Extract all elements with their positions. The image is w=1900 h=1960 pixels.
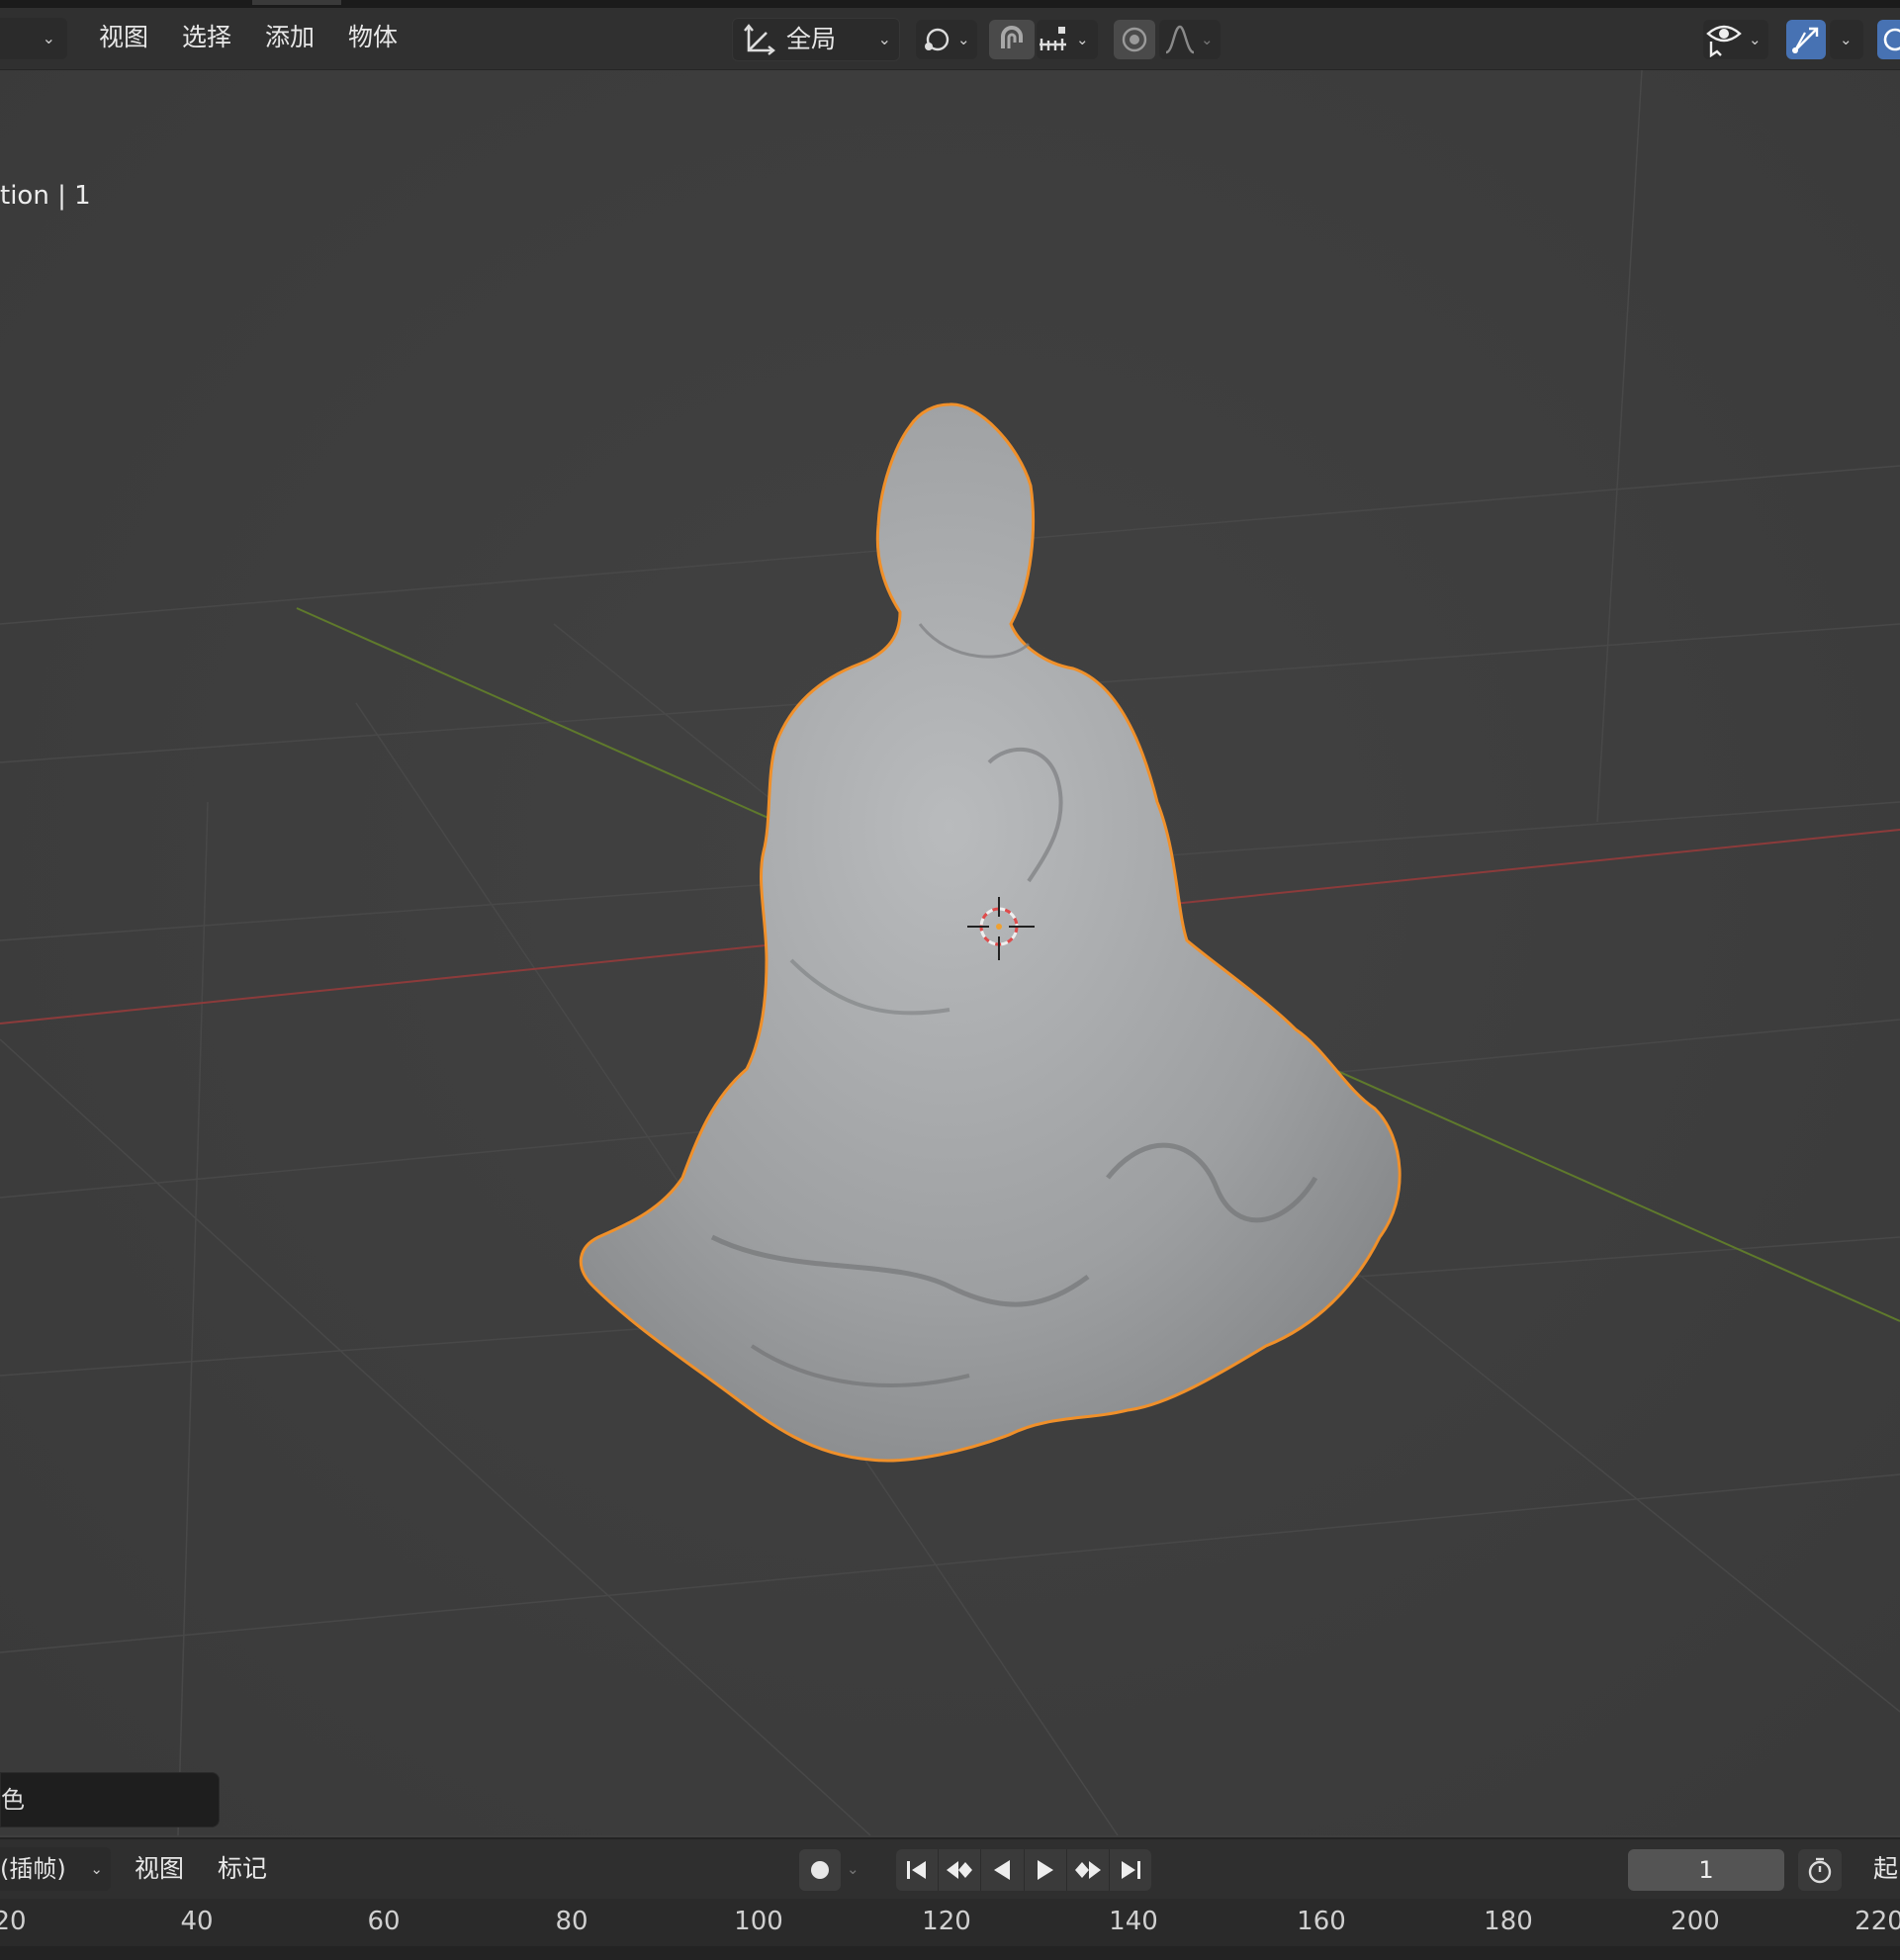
proportional-editing-icon: [1122, 27, 1147, 52]
jump-to-end-button[interactable]: [1110, 1849, 1151, 1891]
menu-view[interactable]: 视图: [93, 16, 154, 59]
orientation-label: 全局: [786, 25, 837, 53]
chevron-down-icon[interactable]: ⌄: [847, 1847, 860, 1891]
chevron-down-icon: ⌄: [90, 1860, 103, 1878]
menu-object[interactable]: 物体: [342, 16, 404, 59]
play-button[interactable]: [1025, 1849, 1067, 1891]
overlay-toggle[interactable]: [1877, 20, 1900, 59]
snap-magnet-icon: [1001, 26, 1023, 48]
transform-orientation-icon: [744, 24, 775, 55]
snap-toggle[interactable]: [989, 20, 1035, 59]
play-reverse-icon: [994, 1860, 1011, 1880]
ruler-tick: 20: [0, 1907, 27, 1936]
playback-controls: [896, 1849, 1151, 1891]
use-preview-range-button[interactable]: [1798, 1849, 1842, 1891]
ruler-tick: 140: [1109, 1907, 1158, 1936]
timeline-menu-view[interactable]: 视图: [135, 1847, 184, 1891]
ruler-tick: 220: [1855, 1907, 1900, 1936]
ruler-tick: 120: [922, 1907, 971, 1936]
menu-add[interactable]: 添加: [259, 16, 320, 59]
snap-increment-icon: [1040, 27, 1066, 50]
workspace-tab[interactable]: [252, 0, 341, 5]
auto-keying-button[interactable]: [799, 1849, 841, 1891]
viewport-overlay-info: tion | 1: [0, 181, 91, 211]
3d-viewport[interactable]: tion | 1: [0, 70, 1900, 1835]
falloff-dropdown[interactable]: ⌄: [1159, 20, 1221, 59]
gizmo-icon: [1792, 27, 1819, 53]
chevron-down-icon: ⌄: [877, 30, 891, 48]
transform-orientation-dropdown[interactable]: 全局 ⌄: [732, 18, 900, 61]
record-icon: [811, 1861, 829, 1879]
jump-to-next-keyframe-button[interactable]: [1067, 1849, 1110, 1891]
chevron-down-icon: ⌄: [957, 31, 970, 48]
proportional-editing-toggle[interactable]: [1114, 20, 1155, 59]
ruler-tick: 100: [734, 1907, 783, 1936]
falloff-curve-icon: [1165, 25, 1195, 54]
ruler-tick: 80: [555, 1907, 588, 1936]
visibility-eye-icon: [1706, 25, 1742, 57]
ruler-tick: 180: [1484, 1907, 1533, 1936]
play-icon: [1037, 1860, 1053, 1880]
viewport-header: ⌄ 视图 选择 添加 物体 全局 ⌄ ⌄ ⌄ ⌄ ⌄ ⌄: [0, 8, 1900, 70]
overlay-icon: [1883, 28, 1900, 51]
chevron-down-icon: ⌄: [1201, 31, 1214, 48]
prev-keyframe-icon: [947, 1861, 973, 1879]
mode-dropdown[interactable]: ⌄: [0, 18, 67, 59]
pivot-point-icon: [925, 28, 950, 51]
jump-start-icon: [907, 1861, 927, 1879]
gizmo-toggle[interactable]: [1786, 20, 1826, 59]
gizmo-dropdown[interactable]: ⌄: [1830, 20, 1863, 59]
chevron-down-icon: ⌄: [1076, 31, 1089, 48]
ruler-tick: 60: [367, 1907, 401, 1936]
ruler-tick: 160: [1297, 1907, 1346, 1936]
play-reverse-button[interactable]: [981, 1849, 1025, 1891]
jump-to-prev-keyframe-button[interactable]: [939, 1849, 982, 1891]
current-frame-field[interactable]: 1: [1628, 1849, 1784, 1891]
ruler-tick: 200: [1671, 1907, 1720, 1936]
timeline-track-area[interactable]: [0, 1946, 1900, 1960]
next-keyframe-icon: [1074, 1861, 1101, 1879]
ruler-tick: 40: [180, 1907, 214, 1936]
chevron-down-icon: ⌄: [1840, 31, 1853, 48]
jump-to-start-button[interactable]: [896, 1849, 940, 1891]
timeline-header: (插帧) ⌄ 视图 标记 ⌄ 1 起: [0, 1837, 1900, 1901]
start-frame-label: 起: [1873, 1854, 1899, 1883]
chevron-down-icon: ⌄: [42, 29, 55, 47]
visibility-dropdown[interactable]: ⌄: [1703, 20, 1768, 59]
menu-select[interactable]: 选择: [176, 16, 237, 59]
keying-dropdown-label: (插帧): [0, 1855, 66, 1883]
keying-dropdown[interactable]: (插帧) ⌄: [0, 1847, 111, 1891]
timeline-menu-marker[interactable]: 标记: [218, 1847, 267, 1891]
snap-target-dropdown[interactable]: ⌄: [1037, 20, 1098, 59]
viewport-scene: [0, 70, 1900, 1835]
timeline-ruler[interactable]: 20 40 60 80 100 120 140 160 180 200 220: [0, 1899, 1900, 1960]
operator-panel-label: 色: [1, 1786, 25, 1814]
top-window-strip: [0, 0, 1900, 8]
jump-end-icon: [1121, 1861, 1140, 1879]
pivot-point-button[interactable]: ⌄: [916, 20, 977, 59]
operator-panel[interactable]: 色: [0, 1772, 220, 1827]
stopwatch-icon: [1808, 1857, 1832, 1884]
chevron-down-icon: ⌄: [1749, 31, 1762, 48]
